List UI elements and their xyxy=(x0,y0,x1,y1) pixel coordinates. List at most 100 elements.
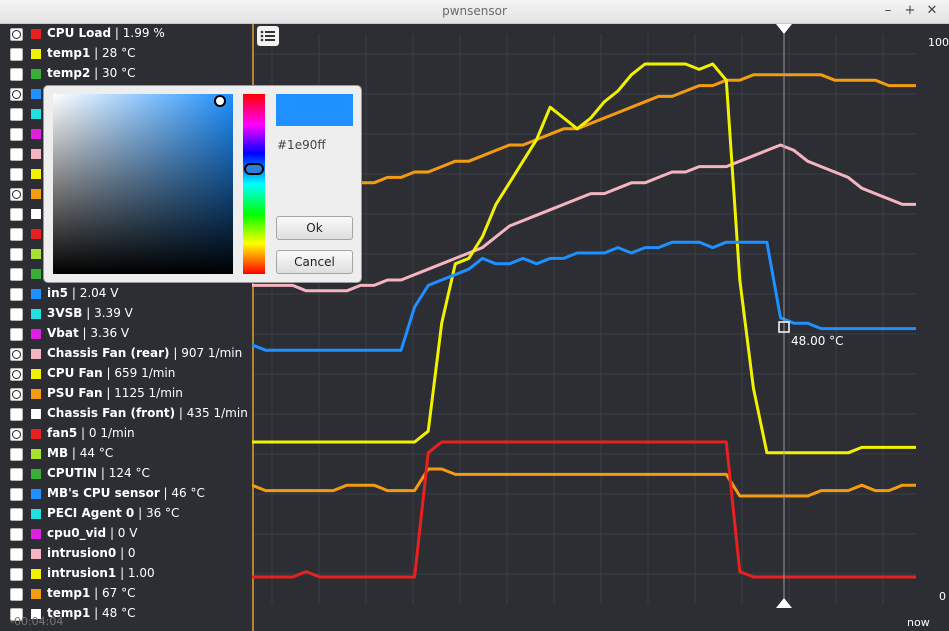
sensor-checkbox[interactable] xyxy=(10,468,23,481)
sensor-checkbox[interactable] xyxy=(10,228,23,241)
sensor-row[interactable]: Vbat | 3.36 V xyxy=(0,324,252,344)
sensor-checkbox[interactable] xyxy=(10,188,23,201)
sensor-name: temp2 xyxy=(47,66,91,80)
sensor-value: 435 1/min xyxy=(186,406,248,420)
sensor-row[interactable]: intrusion0 | 0 xyxy=(0,544,252,564)
sensor-row[interactable]: temp1 | 28 °C xyxy=(0,44,252,64)
sensor-row[interactable]: Chassis Fan (rear) | 907 1/min xyxy=(0,344,252,364)
cursor-readout: 48.00 °C xyxy=(791,334,844,348)
sensor-value: 36 °C xyxy=(145,506,180,520)
color-swatch[interactable] xyxy=(31,409,41,419)
sensor-name: in5 xyxy=(47,286,69,300)
color-swatch[interactable] xyxy=(31,169,41,179)
minimize-button[interactable]: – xyxy=(880,3,896,19)
sensor-checkbox[interactable] xyxy=(10,508,23,521)
hue-slider[interactable] xyxy=(243,94,265,274)
color-swatch[interactable] xyxy=(31,449,41,459)
ok-button[interactable]: Ok xyxy=(276,216,353,240)
color-swatch[interactable] xyxy=(31,229,41,239)
close-button[interactable]: ✕ xyxy=(924,3,940,19)
color-swatch[interactable] xyxy=(31,109,41,119)
color-swatch[interactable] xyxy=(31,369,41,379)
sensor-checkbox[interactable] xyxy=(10,108,23,121)
color-swatch[interactable] xyxy=(31,529,41,539)
saturation-value-area[interactable] xyxy=(53,94,233,274)
sensor-checkbox[interactable] xyxy=(10,448,23,461)
saturation-value-handle[interactable] xyxy=(214,95,226,107)
sensor-row[interactable]: CPU Fan | 659 1/min xyxy=(0,364,252,384)
color-swatch[interactable] xyxy=(31,189,41,199)
sensor-checkbox[interactable] xyxy=(10,268,23,281)
sensor-checkbox[interactable] xyxy=(10,48,23,61)
sensor-checkbox[interactable] xyxy=(10,388,23,401)
sensor-row[interactable]: in5 | 2.04 V xyxy=(0,284,252,304)
color-swatch[interactable] xyxy=(31,249,41,259)
color-swatch[interactable] xyxy=(31,569,41,579)
sensor-row[interactable]: MB | 44 °C xyxy=(0,444,252,464)
sensor-checkbox[interactable] xyxy=(10,68,23,81)
sensor-checkbox[interactable] xyxy=(10,88,23,101)
sensor-value: 1125 1/min xyxy=(114,386,183,400)
sensor-label: intrusion0 | 0 xyxy=(47,546,136,560)
color-swatch[interactable] xyxy=(31,349,41,359)
color-swatch[interactable] xyxy=(31,209,41,219)
sensor-name: intrusion1 xyxy=(47,566,117,580)
color-swatch[interactable] xyxy=(31,489,41,499)
color-swatch[interactable] xyxy=(31,289,41,299)
sensor-checkbox[interactable] xyxy=(10,128,23,141)
sensor-checkbox[interactable] xyxy=(10,348,23,361)
color-swatch[interactable] xyxy=(31,389,41,399)
sensor-name: 3VSB xyxy=(47,306,83,320)
color-swatch[interactable] xyxy=(31,309,41,319)
sensor-row[interactable]: PSU Fan | 1125 1/min xyxy=(0,384,252,404)
hue-slider-handle[interactable] xyxy=(244,163,264,175)
sensor-row[interactable]: cpu0_vid | 0 V xyxy=(0,524,252,544)
sensor-checkbox[interactable] xyxy=(10,408,23,421)
color-swatch[interactable] xyxy=(31,129,41,139)
maximize-button[interactable]: + xyxy=(902,3,918,19)
sensor-checkbox[interactable] xyxy=(10,308,23,321)
sensor-row[interactable]: temp1 | 67 °C xyxy=(0,584,252,604)
sensor-label: CPU Load | 1.99 % xyxy=(47,26,165,40)
sensor-checkbox[interactable] xyxy=(10,368,23,381)
sensor-checkbox[interactable] xyxy=(10,488,23,501)
sensor-checkbox[interactable] xyxy=(10,208,23,221)
color-swatch[interactable] xyxy=(31,89,41,99)
sensor-checkbox[interactable] xyxy=(10,588,23,601)
sensor-checkbox[interactable] xyxy=(10,28,23,41)
color-swatch[interactable] xyxy=(31,69,41,79)
color-swatch[interactable] xyxy=(31,469,41,479)
sensor-row[interactable]: CPU Load | 1.99 % xyxy=(0,24,252,44)
sensor-checkbox[interactable] xyxy=(10,248,23,261)
sensor-row[interactable]: fan5 | 0 1/min xyxy=(0,424,252,444)
color-swatch[interactable] xyxy=(31,429,41,439)
sensor-row[interactable]: Chassis Fan (front) | 435 1/min xyxy=(0,404,252,424)
sensor-checkbox[interactable] xyxy=(10,528,23,541)
sensor-checkbox[interactable] xyxy=(10,328,23,341)
menu-icon[interactable] xyxy=(257,26,279,46)
sensor-row[interactable]: temp2 | 30 °C xyxy=(0,64,252,84)
sensor-row[interactable]: 3VSB | 3.39 V xyxy=(0,304,252,324)
color-swatch[interactable] xyxy=(31,269,41,279)
sensor-checkbox[interactable] xyxy=(10,548,23,561)
color-swatch[interactable] xyxy=(31,329,41,339)
color-swatch[interactable] xyxy=(31,29,41,39)
color-swatch[interactable] xyxy=(31,509,41,519)
sensor-checkbox[interactable] xyxy=(10,428,23,441)
sensor-checkbox[interactable] xyxy=(10,568,23,581)
sensor-checkbox[interactable] xyxy=(10,168,23,181)
sensor-row[interactable]: PECI Agent 0 | 36 °C xyxy=(0,504,252,524)
sensor-checkbox[interactable] xyxy=(10,288,23,301)
color-swatch[interactable] xyxy=(31,149,41,159)
sensor-row[interactable]: MB's CPU sensor | 46 °C xyxy=(0,484,252,504)
color-swatch[interactable] xyxy=(31,589,41,599)
sensor-checkbox[interactable] xyxy=(10,148,23,161)
sensor-row[interactable]: CPUTIN | 124 °C xyxy=(0,464,252,484)
sensor-row[interactable]: intrusion1 | 1.00 xyxy=(0,564,252,584)
cancel-button[interactable]: Cancel xyxy=(276,250,353,274)
sensor-label: MB's CPU sensor | 46 °C xyxy=(47,486,205,500)
color-swatch[interactable] xyxy=(31,49,41,59)
color-preview xyxy=(276,94,353,126)
color-swatch[interactable] xyxy=(31,549,41,559)
sensor-name: Chassis Fan (front) xyxy=(47,406,176,420)
